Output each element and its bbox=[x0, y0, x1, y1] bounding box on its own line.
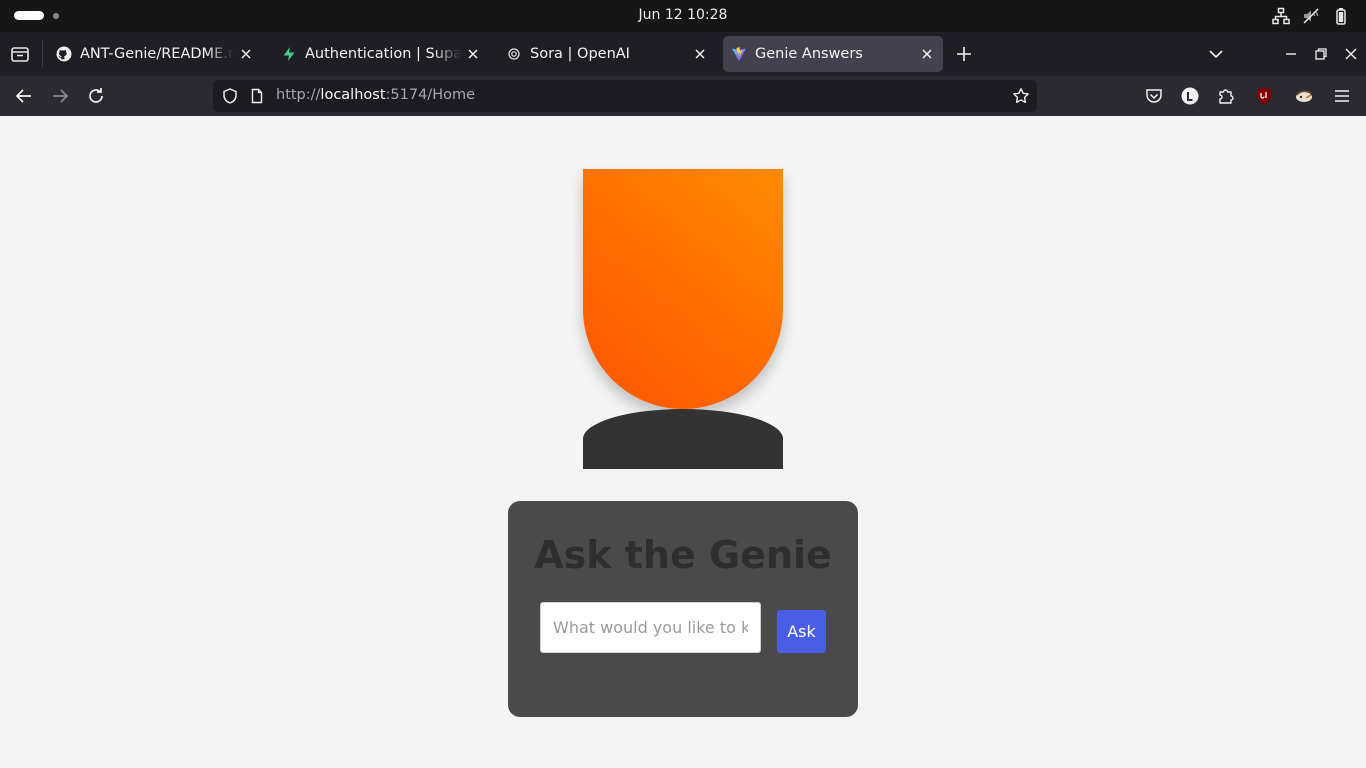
network-icon[interactable] bbox=[1272, 7, 1290, 25]
menu-icon[interactable] bbox=[1332, 86, 1352, 106]
browser-navigation-bar: http://localhost:5174/Home bbox=[0, 76, 1366, 116]
tab-title: Sora | OpenAI bbox=[530, 46, 630, 62]
tab-supabase-authentication[interactable]: Authentication | Supabase bbox=[273, 36, 489, 72]
url-scheme: http:// bbox=[276, 87, 321, 103]
tab-separator bbox=[42, 40, 43, 68]
supabase-icon bbox=[281, 46, 297, 62]
list-all-tabs-chevron-icon[interactable] bbox=[1204, 42, 1228, 66]
ask-button[interactable]: Ask bbox=[777, 610, 826, 653]
tab-genie-answers[interactable]: Genie Answers bbox=[723, 36, 943, 72]
new-tab-plus-icon[interactable] bbox=[952, 42, 976, 66]
ublock-icon[interactable] bbox=[1254, 86, 1274, 106]
tab-github-readme[interactable]: ANT-Genie/README.md at bbox=[48, 36, 262, 72]
minimize-icon[interactable] bbox=[1281, 44, 1301, 64]
firefox-view-icon[interactable] bbox=[8, 42, 32, 66]
url-host: localhost bbox=[320, 87, 386, 103]
url-path: :5174/Home bbox=[385, 87, 476, 103]
volume-muted-icon[interactable] bbox=[1302, 7, 1320, 25]
tab-title: Genie Answers bbox=[755, 46, 863, 62]
restore-icon[interactable] bbox=[1311, 44, 1331, 64]
tracking-protection-shield-icon[interactable] bbox=[222, 88, 238, 104]
account-icon[interactable] bbox=[1180, 86, 1200, 106]
github-icon bbox=[56, 46, 72, 62]
url-text[interactable]: http://localhost:5174/Home bbox=[276, 87, 475, 103]
extension-bird-icon[interactable] bbox=[1294, 86, 1314, 106]
battery-icon[interactable] bbox=[1332, 7, 1350, 25]
system-tray[interactable] bbox=[1272, 7, 1350, 25]
close-icon[interactable] bbox=[238, 46, 254, 62]
genie-lamp-base bbox=[583, 409, 783, 469]
window-close-icon[interactable] bbox=[1341, 44, 1361, 64]
bookmark-star-icon[interactable] bbox=[1012, 87, 1030, 105]
extensions-icon[interactable] bbox=[1216, 86, 1236, 106]
openai-icon bbox=[506, 46, 522, 62]
tab-sora-openai[interactable]: Sora | OpenAI bbox=[498, 36, 716, 72]
page-content: Ask the Genie Ask bbox=[0, 116, 1366, 768]
browser-tab-strip: ANT-Genie/README.md at Authentication | … bbox=[0, 32, 1366, 76]
system-top-bar: Jun 12 10:28 bbox=[0, 0, 1366, 32]
pocket-icon[interactable] bbox=[1144, 86, 1164, 106]
tab-title: Authentication | Supabase bbox=[305, 46, 461, 62]
close-icon[interactable] bbox=[465, 46, 481, 62]
address-bar[interactable]: http://localhost:5174/Home bbox=[213, 80, 1037, 112]
close-icon[interactable] bbox=[919, 46, 935, 62]
forward-arrow-icon[interactable] bbox=[48, 84, 72, 108]
reload-icon[interactable] bbox=[84, 84, 108, 108]
vite-icon bbox=[731, 46, 747, 62]
close-icon[interactable] bbox=[692, 46, 708, 62]
ask-genie-card: Ask the Genie Ask bbox=[508, 501, 858, 717]
page-info-icon[interactable] bbox=[249, 88, 265, 104]
question-input[interactable] bbox=[540, 602, 761, 653]
clock[interactable]: Jun 12 10:28 bbox=[0, 7, 1366, 23]
genie-lamp-illustration bbox=[583, 169, 783, 409]
tab-title: ANT-Genie/README.md at bbox=[80, 46, 234, 62]
back-arrow-icon[interactable] bbox=[12, 84, 36, 108]
ask-genie-title: Ask the Genie bbox=[534, 533, 832, 577]
